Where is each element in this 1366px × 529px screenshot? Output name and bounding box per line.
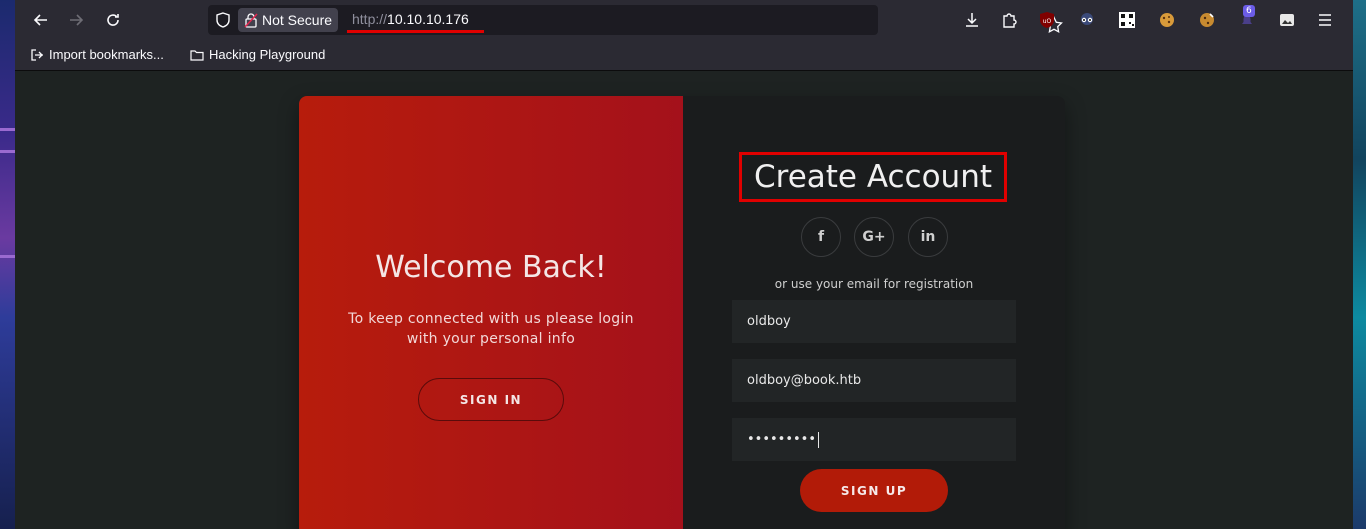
qr-code-icon xyxy=(1119,12,1135,28)
auth-card: Welcome Back! To keep connected with us … xyxy=(299,96,1065,529)
create-account-panel: Create Account f G+ in or use your email… xyxy=(683,96,1065,529)
spy-extension[interactable] xyxy=(1077,10,1097,30)
password-value: ••••••••• xyxy=(747,432,817,447)
browser-toolbar: Not Secure http://10.10.10.176 uO 6 xyxy=(15,0,1353,40)
puzzle-icon xyxy=(1003,13,1017,28)
spy-glasses-icon xyxy=(1081,13,1093,25)
text-caret xyxy=(818,431,820,448)
shield-icon[interactable] xyxy=(214,11,232,29)
forward-arrow-icon xyxy=(70,14,84,26)
email-field[interactable]: oldboy@book.htb xyxy=(732,359,1016,402)
browser-window: Not Secure http://10.10.10.176 uO 6 Impo… xyxy=(15,0,1353,529)
folder-icon xyxy=(190,49,204,61)
cookie-editor-icon xyxy=(1200,13,1214,27)
url-host: 10.10.10.176 xyxy=(387,11,469,27)
image-box-icon xyxy=(1280,14,1294,26)
name-field[interactable]: oldboy xyxy=(732,300,1016,343)
create-account-title: Create Account xyxy=(739,152,1007,202)
facebook-icon[interactable]: f xyxy=(801,217,841,257)
cookie-icon xyxy=(1160,13,1174,27)
extensions-button[interactable] xyxy=(999,10,1019,30)
extension-badge: 6 xyxy=(1243,5,1255,17)
container-extension[interactable] xyxy=(1277,10,1297,30)
desktop-right-edge xyxy=(1353,0,1366,529)
email-value: oldboy@book.htb xyxy=(747,373,862,388)
not-secure-badge[interactable]: Not Secure xyxy=(238,8,339,32)
url-highlight-underline xyxy=(347,30,484,33)
desktop-stripe xyxy=(0,150,15,153)
hamburger-menu-icon xyxy=(1319,14,1331,26)
registration-hint: or use your email for registration xyxy=(774,277,974,291)
welcome-title: Welcome Back! xyxy=(375,250,607,285)
cookie-editor-extension[interactable] xyxy=(1197,10,1217,30)
bookmark-folder-hacking-playground[interactable]: Hacking Playground xyxy=(190,47,325,62)
linkedin-icon[interactable]: in xyxy=(908,217,948,257)
ublock-extension[interactable]: uO xyxy=(1037,10,1057,30)
bookmark-label: Hacking Playground xyxy=(209,47,326,62)
back-button[interactable] xyxy=(27,6,55,34)
downloads-button[interactable] xyxy=(962,10,982,30)
desktop-stripe xyxy=(0,128,15,131)
cookie-extension[interactable] xyxy=(1157,10,1177,30)
reload-button[interactable] xyxy=(99,6,127,34)
reload-icon xyxy=(107,14,119,26)
qr-extension[interactable] xyxy=(1117,10,1137,30)
desktop-stripe xyxy=(0,255,15,258)
not-secure-label: Not Secure xyxy=(262,12,333,28)
name-value: oldboy xyxy=(747,314,791,329)
lock-insecure-icon xyxy=(244,13,258,28)
page-content: Welcome Back! To keep connected with us … xyxy=(15,71,1353,529)
url-bar[interactable]: Not Secure http://10.10.10.176 xyxy=(208,5,1063,35)
welcome-subtitle: To keep connected with us please login w… xyxy=(348,311,634,347)
google-plus-icon[interactable]: G+ xyxy=(854,217,894,257)
url-text[interactable]: http://10.10.10.176 xyxy=(352,11,469,27)
desktop-left-edge xyxy=(0,0,15,529)
sign-in-button[interactable]: SIGN IN xyxy=(418,378,564,421)
bookmark-label: Import bookmarks... xyxy=(49,47,164,62)
bookmark-import[interactable]: Import bookmarks... xyxy=(30,47,164,62)
password-field[interactable]: ••••••••• xyxy=(732,418,1016,461)
back-arrow-icon xyxy=(33,14,47,26)
svg-text:uO: uO xyxy=(1043,18,1052,25)
bookmarks-bar: Import bookmarks... Hacking Playground xyxy=(15,40,1353,71)
download-icon xyxy=(966,13,978,27)
menu-button[interactable] xyxy=(1315,10,1335,30)
url-protocol: http:// xyxy=(352,11,388,27)
sign-up-button[interactable]: SIGN UP xyxy=(800,469,948,512)
welcome-panel: Welcome Back! To keep connected with us … xyxy=(299,96,683,529)
import-icon xyxy=(31,48,43,61)
ublock-icon: uO xyxy=(1040,12,1054,28)
forward-button[interactable] xyxy=(62,6,90,34)
